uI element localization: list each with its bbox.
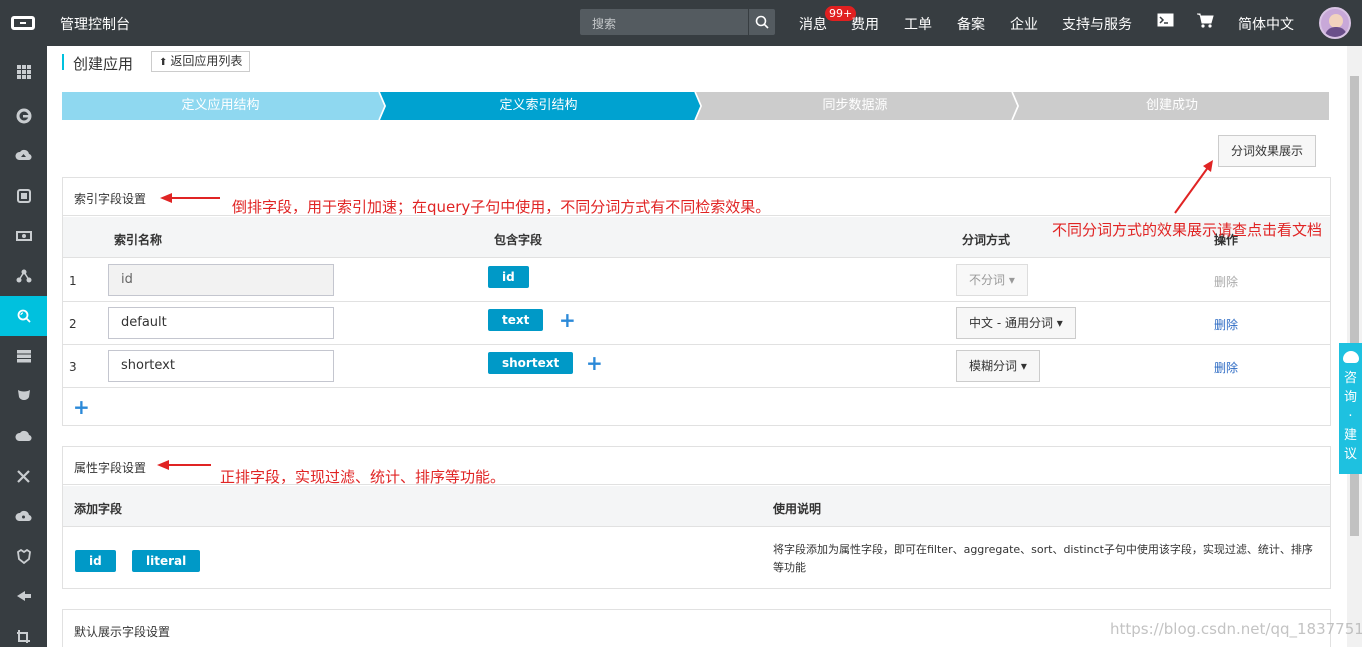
col-fields: 包含字段 — [494, 233, 543, 247]
segment-method-select[interactable]: 不分词 ▾ — [956, 264, 1028, 296]
delete-link[interactable]: 删除 — [1214, 273, 1238, 290]
console-title[interactable]: 管理控制台 — [60, 14, 130, 34]
chat-icon — [1342, 351, 1359, 363]
segment-method-value: 模糊分词 — [969, 359, 1018, 373]
default-panel-title: 默认展示字段设置 — [74, 625, 171, 639]
storage-icon[interactable] — [0, 336, 47, 376]
col-usage: 使用说明 — [773, 502, 822, 516]
annotation-arrow-left — [157, 460, 211, 470]
step-define-index-structure: 定义索引结构 — [499, 98, 578, 113]
crop-icon[interactable] — [0, 616, 47, 647]
attr-table-header: 添加字段 使用说明 — [63, 486, 1330, 527]
monitor-icon[interactable] — [0, 536, 47, 576]
page-title: 创建应用 — [73, 55, 134, 73]
back-button-label: 返回应用列表 — [170, 54, 243, 68]
nav-messages[interactable]: 消息 — [799, 14, 827, 34]
caret-down-icon: ▾ — [1020, 359, 1027, 373]
table-row: 2 default text + 中文 - 通用分词 ▾ 删除 — [63, 302, 1330, 345]
network-icon[interactable] — [0, 256, 47, 296]
add-field-plus-icon[interactable]: + — [586, 353, 603, 373]
annotation-arrow-up — [1174, 160, 1213, 214]
attr-tag-literal[interactable]: literal — [132, 550, 201, 572]
step-define-app-structure: 定义应用结构 — [181, 98, 260, 113]
delete-link[interactable]: 删除 — [1214, 316, 1238, 333]
top-bar: 管理控制台 搜索 消息 99+ 费用 工单 备案 企业 支持与服务 简体中文 — [0, 0, 1362, 46]
attr-usage-description: 将字段添加为属性字段，即可在filter、aggregate、sort、dist… — [773, 543, 1313, 574]
segment-method-select[interactable]: 中文 - 通用分词 ▾ — [956, 307, 1076, 339]
shield-icon[interactable] — [0, 376, 47, 416]
language-switch[interactable]: 简体中文 — [1238, 14, 1294, 34]
segment-annotation: 不同分词方式的效果展示请查点击看文档 — [1052, 221, 1323, 239]
attr-tag-id[interactable]: id — [75, 550, 116, 572]
search-engine-icon[interactable] — [0, 296, 47, 336]
field-tag[interactable]: id — [488, 266, 529, 288]
search-input[interactable]: 搜索 — [592, 15, 616, 32]
caret-down-icon: ▾ — [1008, 273, 1015, 287]
step-sync-data-source: 同步数据源 — [822, 98, 888, 113]
index-panel-title: 索引字段设置 — [74, 192, 147, 206]
main-content: 创建应用 ⬆ 返回应用列表 定义应用结构 定义索引结构 同步数据源 创建成功 分词… — [47, 46, 1347, 647]
search-icon[interactable] — [748, 9, 775, 35]
nav-filing[interactable]: 备案 — [957, 14, 985, 34]
caret-down-icon: ▾ — [1056, 316, 1063, 330]
cloud-e-icon[interactable] — [0, 96, 47, 136]
index-name-input[interactable]: default — [108, 307, 334, 339]
terminal-icon[interactable] — [1157, 12, 1174, 32]
field-tag[interactable]: shortext — [488, 352, 574, 374]
aliyun-logo-icon[interactable] — [0, 0, 46, 46]
database-icon[interactable] — [0, 176, 47, 216]
consult-feedback-tab[interactable]: 咨 询 · 建 议 — [1339, 343, 1362, 474]
segment-method-value: 不分词 — [969, 273, 1006, 287]
sidebar — [0, 46, 47, 647]
cloud-upload-icon[interactable] — [0, 136, 47, 176]
nav-enterprise[interactable]: 企业 — [1010, 14, 1038, 34]
float-char: · — [1348, 409, 1353, 424]
row-number: 2 — [69, 317, 77, 331]
float-char: 咨 — [1343, 371, 1357, 386]
index-name-input[interactable]: shortext — [108, 350, 334, 382]
float-char: 询 — [1343, 390, 1357, 405]
nav-tickets[interactable]: 工单 — [904, 14, 932, 34]
server-icon[interactable] — [0, 216, 47, 256]
attr-panel-title: 属性字段设置 — [74, 461, 147, 475]
col-index-name: 索引名称 — [114, 233, 163, 247]
arrow-icon[interactable] — [0, 576, 47, 616]
segment-method-value: 中文 - 通用分词 — [969, 316, 1053, 330]
user-avatar[interactable] — [1319, 7, 1351, 39]
cloud-icon[interactable] — [0, 416, 47, 456]
float-char: 议 — [1343, 447, 1357, 462]
nav-billing[interactable]: 费用 — [851, 14, 879, 34]
row-number: 1 — [69, 274, 77, 288]
col-add-field: 添加字段 — [74, 502, 123, 516]
segment-effect-button[interactable]: 分词效果展示 — [1218, 135, 1316, 167]
row-number: 3 — [69, 360, 77, 374]
progress-steps: 定义应用结构 定义索引结构 同步数据源 创建成功 — [62, 92, 1329, 120]
cloud-service-icon[interactable] — [0, 496, 47, 536]
tools-icon[interactable] — [0, 456, 47, 496]
delete-link[interactable]: 删除 — [1214, 359, 1238, 376]
col-segment-method: 分词方式 — [962, 233, 1011, 247]
index-name-input[interactable]: id — [108, 264, 334, 296]
title-accent-bar — [62, 54, 64, 70]
index-annotation: 倒排字段，用于索引加速；在query子句中使用，不同分词方式有不同检索效果。 — [232, 198, 771, 216]
cart-icon[interactable] — [1197, 13, 1214, 33]
add-field-plus-icon[interactable]: + — [559, 310, 576, 330]
back-to-app-list-button[interactable]: ⬆ 返回应用列表 — [151, 51, 251, 72]
field-tag[interactable]: text — [488, 309, 544, 331]
add-index-plus-icon[interactable]: + — [73, 397, 90, 417]
attr-annotation: 正排字段，实现过滤、统计、排序等功能。 — [220, 468, 506, 486]
table-row: 3 shortext shortext + 模糊分词 ▾ 删除 — [63, 345, 1330, 388]
search-box[interactable]: 搜索 — [580, 9, 775, 35]
table-row: 1 id id 不分词 ▾ 删除 — [63, 259, 1330, 302]
grid-icon[interactable] — [0, 52, 47, 92]
annotation-arrow-left — [160, 193, 220, 203]
upload-arrow-icon: ⬆ — [159, 57, 168, 68]
step-created-success: 创建成功 — [1145, 98, 1198, 113]
nav-support[interactable]: 支持与服务 — [1062, 14, 1132, 34]
csdn-watermark: https://blog.csdn.net/qq_18377515 — [1110, 620, 1362, 638]
float-char: 建 — [1343, 428, 1357, 443]
segment-method-select[interactable]: 模糊分词 ▾ — [956, 350, 1040, 382]
